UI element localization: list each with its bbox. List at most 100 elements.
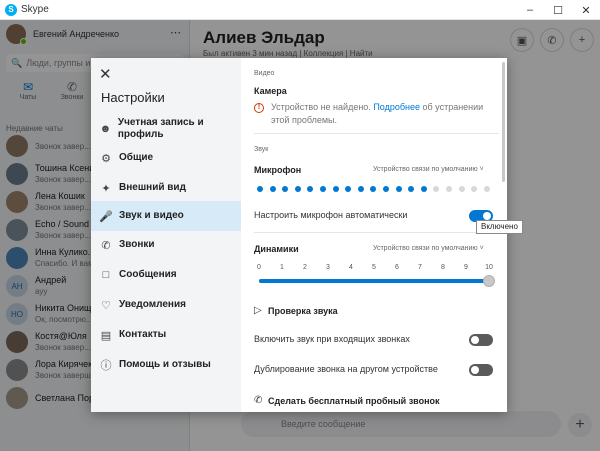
chevron-down-icon: ˅ [479, 166, 484, 173]
contacts-icon: ▤ [100, 329, 112, 342]
settings-nav-label: Общие [119, 152, 154, 163]
microphone-heading: Микрофон [254, 165, 302, 175]
volume-tick-label: 6 [395, 264, 399, 271]
mic-level-dot [458, 186, 465, 192]
settings-nav-item[interactable]: 🎤 Звук и видео [91, 201, 241, 231]
volume-tick-label: 4 [349, 264, 353, 271]
duplicate-call-toggle[interactable] [469, 364, 493, 376]
mic-level-dot [294, 186, 301, 192]
chevron-down-icon: ˅ [479, 245, 484, 252]
microphone-icon: 🎤 [99, 210, 113, 223]
mic-level-dot [433, 186, 440, 192]
settings-nav-label: Звонки [119, 239, 155, 250]
settings-nav-item[interactable]: ♡ Уведомления [91, 291, 241, 319]
settings-nav-label: Уведомления [119, 299, 186, 310]
settings-nav-label: Сообщения [119, 269, 177, 280]
video-section-label: Видео [254, 70, 275, 77]
minimize-button[interactable]: – [516, 0, 544, 20]
person-icon: ☻ [99, 123, 112, 135]
settings-nav-item[interactable]: ✦ Внешний вид [91, 174, 241, 202]
mic-level-dot [357, 186, 364, 192]
mic-level-dot [307, 186, 314, 192]
bell-icon: ♡ [101, 299, 111, 312]
scrollbar[interactable] [502, 62, 505, 182]
volume-tick-label: 9 [464, 264, 468, 271]
divider [254, 133, 499, 134]
mic-level-dot [383, 186, 389, 192]
auto-mic-label: Настроить микрофон автоматически [254, 210, 408, 220]
toggle-knob [471, 336, 479, 344]
test-call-button[interactable]: ✆ Сделать бесплатный пробный звонок [254, 395, 440, 406]
settings-nav-item[interactable]: □ Сообщения [91, 261, 241, 289]
settings-nav-label: Контакты [119, 329, 167, 340]
mic-level-dot [332, 186, 339, 192]
settings-nav-item[interactable]: ✆ Звонки [91, 231, 241, 259]
settings-nav-item[interactable]: ⚙ Общие [91, 144, 241, 172]
info-icon: ⓘ [100, 360, 112, 372]
mic-level-dot [446, 186, 452, 192]
incoming-sound-toggle[interactable] [469, 334, 493, 346]
settings-nav-item[interactable]: ▤ Контакты [91, 321, 241, 349]
window-titlebar: S Skype – ☐ ✕ [0, 0, 600, 20]
check-sound-label: Проверка звука [268, 305, 338, 316]
mic-level-dot [395, 186, 402, 192]
speakers-device-value: Устройство связи по умолчанию [373, 245, 478, 252]
window-title: Skype [21, 4, 49, 15]
settings-nav-label: Внешний вид [119, 182, 186, 193]
camera-heading: Камера [254, 86, 287, 96]
volume-tick-label: 10 [485, 264, 493, 271]
settings-nav-item[interactable]: ☻ Учетная запись и профиль [91, 114, 241, 144]
volume-fill [259, 279, 489, 283]
check-sound-button[interactable]: ▷ Проверка звука [254, 305, 338, 316]
microphone-device-select[interactable]: Устройство связи по умолчанию ˅ [373, 166, 484, 173]
settings-nav-label: Помощь и отзывы [119, 359, 211, 370]
settings-title: Настройки [101, 90, 165, 105]
incoming-sound-label: Включить звук при входящих звонках [254, 334, 410, 344]
volume-tick-label: 7 [418, 264, 422, 271]
volume-tick-label: 8 [441, 264, 445, 271]
test-call-label: Сделать бесплатный пробный звонок [268, 395, 440, 406]
skype-logo-icon: S [5, 3, 17, 16]
duplicate-call-label: Дублирование звонка на другом устройстве [254, 364, 438, 374]
speakers-heading: Динамики [254, 244, 299, 254]
mic-level-dot [408, 186, 415, 192]
camera-warning-text: Устройство не найдено. [271, 102, 371, 112]
mic-level-dot [257, 186, 263, 192]
magic-wand-icon: ✦ [101, 182, 111, 195]
sound-section-label: Звук [254, 146, 269, 153]
mic-level-dot [345, 186, 352, 192]
mic-level-dot [483, 186, 490, 192]
play-icon: ▷ [254, 305, 262, 316]
volume-tick-label: 3 [326, 264, 330, 271]
volume-tick-label: 1 [280, 264, 284, 271]
volume-tick-label: 0 [257, 264, 261, 271]
mic-level-dot [370, 186, 377, 192]
mic-level-dot [269, 186, 276, 192]
warning-icon: ! [254, 103, 264, 113]
settings-nav-item[interactable]: ⓘ Помощь и отзывы [91, 351, 241, 379]
settings-nav: ✕ Настройки ☻ Учетная запись и профиль ⚙ Об… [91, 58, 241, 412]
close-window-button[interactable]: ✕ [572, 0, 600, 20]
settings-nav-label: Учетная запись и профиль [117, 117, 204, 140]
window-controls: – ☐ ✕ [516, 0, 600, 20]
divider [254, 232, 499, 233]
camera-help-link[interactable]: Подробнее [373, 102, 420, 112]
mic-level-dot [320, 186, 326, 192]
volume-tick-label: 2 [303, 264, 307, 271]
volume-slider-thumb[interactable] [483, 275, 495, 287]
camera-warning: Устройство не найдено. Подробнее об устр… [271, 101, 501, 127]
toggle-tooltip: Включено [476, 220, 523, 234]
settings-content: Видео Камера ! Устройство не найдено. По… [241, 58, 507, 412]
close-icon[interactable]: ✕ [99, 65, 112, 83]
toggle-knob [471, 366, 479, 374]
maximize-button[interactable]: ☐ [544, 0, 572, 20]
message-icon: □ [102, 269, 110, 281]
mic-level-dot [471, 186, 478, 192]
volume-tick-label: 5 [372, 264, 376, 271]
toggle-knob [483, 212, 491, 220]
phone-icon: ✆ [254, 395, 263, 406]
microphone-device-value: Устройство связи по умолчанию [373, 166, 478, 173]
mic-level-dot [282, 186, 289, 192]
gear-icon: ⚙ [101, 152, 111, 165]
speakers-device-select[interactable]: Устройство связи по умолчанию ˅ [373, 245, 484, 252]
